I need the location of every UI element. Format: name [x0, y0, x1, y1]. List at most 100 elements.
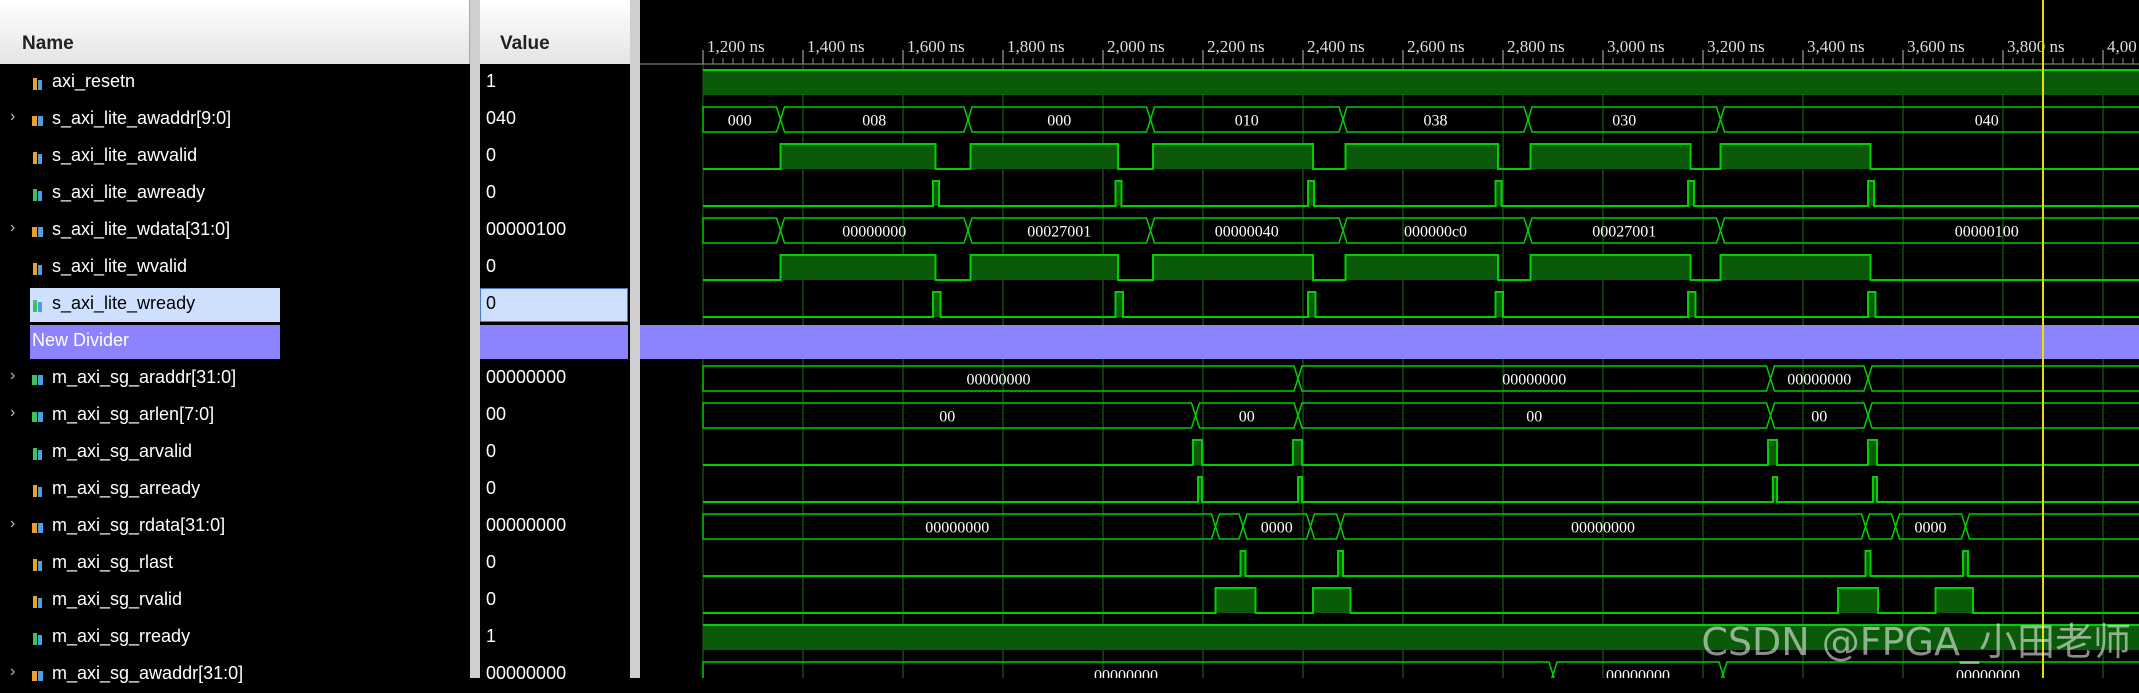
ruler-tick-label: 1,200 ns: [707, 37, 765, 56]
signal-row[interactable]: ›s_axi_lite_awaddr[9:0]040: [0, 101, 630, 138]
bit-high-fill: [1496, 292, 1504, 317]
divider-band: [640, 325, 2139, 359]
bit-high-fill: [781, 255, 936, 280]
bus-value-label: 000000c0: [1404, 224, 1467, 241]
signal-row[interactable]: m_axi_sg_arvalid0: [0, 434, 630, 471]
list-wave-splitter[interactable]: [630, 0, 640, 678]
bit-high-fill: [1346, 255, 1499, 280]
signal-row[interactable]: m_axi_sg_rready1: [0, 619, 630, 656]
green-bus-icon: [32, 371, 44, 385]
bit-high-fill: [1308, 292, 1316, 317]
ruler-tick-label: 3,000 ns: [1607, 37, 1665, 56]
bus-value-label: 000: [1047, 113, 1071, 130]
signal-name: m_axi_sg_awaddr[31:0]: [52, 663, 243, 684]
expand-chevron-icon[interactable]: ›: [10, 515, 15, 533]
signal-name: m_axi_sg_araddr[31:0]: [52, 367, 236, 388]
bus-value-label: 00000100: [1955, 224, 2019, 241]
signal-value: 1: [486, 71, 496, 92]
signal-row[interactable]: s_axi_lite_awvalid0: [0, 138, 630, 175]
expand-chevron-icon[interactable]: ›: [10, 108, 15, 126]
bus-value-label: 030: [1612, 113, 1636, 130]
signal-row[interactable]: ›m_axi_sg_rdata[31:0]00000000: [0, 508, 630, 545]
waveform-canvas[interactable]: 1,200 ns1,400 ns1,600 ns1,800 ns2,000 ns…: [640, 0, 2139, 678]
expand-chevron-icon[interactable]: ›: [10, 367, 15, 385]
signal-name: s_axi_lite_wdata[31:0]: [52, 219, 230, 240]
signal-name: m_axi_sg_rvalid: [52, 589, 182, 610]
bus-value-label: 00000000: [842, 224, 906, 241]
signal-value: 0: [486, 589, 496, 610]
signal-row[interactable]: ›m_axi_sg_araddr[31:0]00000000: [0, 360, 630, 397]
signal-row[interactable]: m_axi_sg_rlast0: [0, 545, 630, 582]
bit-high-fill: [1838, 588, 1878, 613]
bus-value-label: 010: [1235, 113, 1259, 130]
name-value-splitter[interactable]: [470, 0, 480, 678]
signal-name: axi_resetn: [52, 71, 135, 92]
signal-name: m_axi_sg_arlen[7:0]: [52, 404, 214, 425]
expand-chevron-icon[interactable]: ›: [10, 663, 15, 681]
signal-row[interactable]: › m_axi_sg_arlen[7:0] 00: [0, 397, 630, 434]
bus-value-label: 00: [939, 409, 955, 426]
bus-segment: [1966, 514, 2139, 539]
signal-row[interactable]: s_axi_lite_awready0: [0, 175, 630, 212]
bit-high-fill: [703, 70, 2139, 95]
ruler-tick-label: 2,400 ns: [1307, 37, 1365, 56]
waveform-area[interactable]: 1,200 ns1,400 ns1,600 ns1,800 ns2,000 ns…: [640, 0, 2139, 678]
name-column-header[interactable]: Name: [0, 0, 470, 64]
signal-row[interactable]: s_axi_lite_wvalid0: [0, 249, 630, 286]
signal-name: s_axi_lite_wready: [52, 293, 195, 314]
signal-row[interactable]: s_axi_lite_wready 0: [0, 286, 630, 323]
orange-bus-icon: [32, 667, 44, 681]
orange-bit-icon: [32, 482, 44, 496]
bit-high-fill: [1531, 144, 1691, 169]
signal-value: 0: [486, 293, 496, 314]
green-bit-icon: [32, 297, 44, 311]
orange-bus-icon: [32, 519, 44, 533]
bus-value-label: 00000000: [1094, 668, 1158, 679]
bit-high-fill: [1868, 292, 1876, 317]
value-column-header[interactable]: Value: [480, 0, 630, 64]
bit-high-fill: [1153, 255, 1313, 280]
divider-row[interactable]: New Divider: [0, 323, 630, 360]
ruler-tick-label: 1,800 ns: [1007, 37, 1065, 56]
ruler-tick-label: 1,600 ns: [907, 37, 965, 56]
signal-name: New Divider: [32, 330, 129, 351]
signal-value: 0: [486, 182, 496, 203]
bit-high-fill: [1721, 144, 1871, 169]
bus-segment: [1311, 514, 1341, 539]
ruler-tick-label: 3,200 ns: [1707, 37, 1765, 56]
expand-chevron-icon[interactable]: ›: [10, 404, 15, 422]
bit-waveform: [703, 551, 2139, 576]
bit-high-fill: [1346, 144, 1499, 169]
signal-row[interactable]: › s_axi_lite_wdata[31:0] 00000100: [0, 212, 630, 249]
bus-value-label: 00000000: [1502, 372, 1566, 389]
bus-value-label: 040: [1975, 113, 1999, 130]
signal-row[interactable]: axi_resetn 1: [0, 64, 630, 101]
bus-value-label: 0000: [1261, 520, 1293, 537]
signal-value: 0: [486, 441, 496, 462]
bit-high-fill: [1116, 292, 1124, 317]
signal-value: 00000000: [486, 515, 566, 536]
orange-bus-icon: [32, 223, 44, 237]
signal-row[interactable]: › m_axi_sg_awaddr[31:0] 00000000: [0, 656, 630, 693]
signal-value: 0: [486, 552, 496, 573]
signal-row[interactable]: m_axi_sg_arready0: [0, 471, 630, 508]
bus-value-label: 038: [1424, 113, 1448, 130]
signal-list-panel: Name Value axi_resetn1›s_axi_lite_awaddr…: [0, 0, 470, 678]
bus-value-label: 00: [1811, 409, 1827, 426]
orange-bit-icon: [32, 556, 44, 570]
signal-value: 00000000: [486, 663, 566, 684]
orange-bit-icon: [32, 260, 44, 274]
bus-segment: [1721, 218, 2139, 243]
signal-name: s_axi_lite_awaddr[9:0]: [52, 108, 231, 129]
signal-value: 1: [486, 626, 496, 647]
bit-high-fill: [1531, 255, 1691, 280]
expand-chevron-icon[interactable]: ›: [10, 219, 15, 237]
ruler-tick-label: 3,800 ns: [2007, 37, 2065, 56]
signal-value: 00000100: [486, 219, 566, 240]
green-bus-icon: [32, 408, 44, 422]
ruler-tick-label: 2,200 ns: [1207, 37, 1265, 56]
signal-value: 00: [486, 404, 506, 425]
signal-value: 0: [486, 145, 496, 166]
bus-value-label: 00000000: [1956, 668, 2020, 679]
signal-row[interactable]: m_axi_sg_rvalid 0: [0, 582, 630, 619]
